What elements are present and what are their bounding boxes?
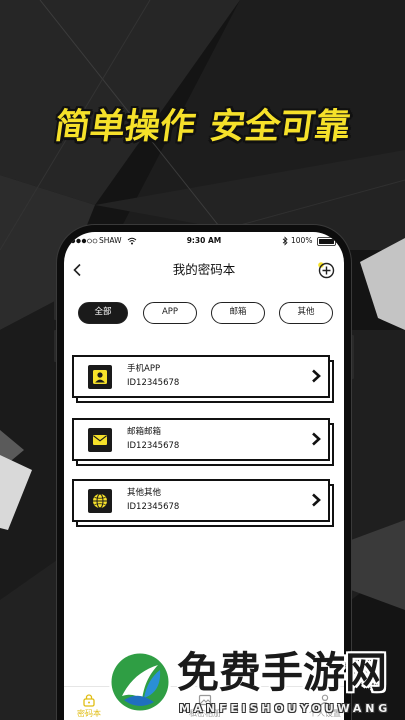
filter-chip-app[interactable]: APP [143, 302, 197, 324]
phone-mockup: SHAW 9:30 AM 100% 我的密码本 全部 APP 邮箱 其他 手机A… [57, 225, 351, 720]
watermark-pinyin: MANFEISHOUYOUWANG [179, 702, 392, 715]
filter-chip-email[interactable]: 邮箱 [211, 302, 265, 324]
app-screen: SHAW 9:30 AM 100% 我的密码本 全部 APP 邮箱 其他 手机A… [64, 232, 344, 720]
card-frame: 邮箱邮箱 ID12345678 [72, 418, 330, 461]
lock-icon [83, 694, 95, 707]
password-entry-card[interactable]: 其他其他 ID12345678 [72, 479, 335, 528]
card-frame: 手机APP ID12345678 [72, 355, 330, 398]
chevron-right-icon[interactable] [310, 431, 322, 447]
entry-id: ID12345678 [127, 441, 180, 451]
filter-chips: 全部 APP 邮箱 其他 [64, 302, 344, 325]
phone-power-button [351, 335, 354, 379]
headline-left: 简单操作 [52, 107, 199, 147]
promo-headline: 简单操作 安全可靠 [40, 104, 365, 150]
password-entry-card[interactable]: 手机APP ID12345678 [72, 355, 335, 404]
headline-right: 安全可靠 [206, 107, 353, 147]
chevron-right-icon[interactable] [310, 368, 322, 384]
watermark-name: 免费手游网 [177, 648, 388, 697]
entry-title: 邮箱邮箱 [127, 427, 162, 437]
filter-chip-all[interactable]: 全部 [78, 302, 128, 324]
tab-password-book[interactable]: 密码本 [64, 687, 114, 720]
entry-title: 其他其他 [127, 488, 162, 498]
watermark-logo-icon [109, 651, 171, 713]
chevron-right-icon[interactable] [310, 492, 322, 508]
tab-label: 密码本 [77, 709, 101, 718]
entry-id: ID12345678 [127, 378, 180, 388]
card-frame: 其他其他 ID12345678 [72, 479, 330, 522]
bluetooth-icon [282, 236, 288, 246]
filter-chip-other[interactable]: 其他 [279, 302, 333, 324]
page-title: 我的密码本 [172, 262, 236, 277]
add-circle-icon[interactable] [317, 261, 335, 279]
mail-icon [88, 428, 112, 452]
status-bar: SHAW 9:30 AM 100% [64, 235, 344, 249]
battery-icon [317, 237, 338, 246]
battery-percent: 100% [291, 236, 313, 245]
globe-icon [88, 489, 112, 513]
entry-id: ID12345678 [127, 502, 180, 512]
entry-title: 手机APP [127, 364, 161, 374]
nav-bar: 我的密码本 [64, 259, 344, 281]
password-entry-card[interactable]: 邮箱邮箱 ID12345678 [72, 418, 335, 467]
user-icon [88, 365, 112, 389]
